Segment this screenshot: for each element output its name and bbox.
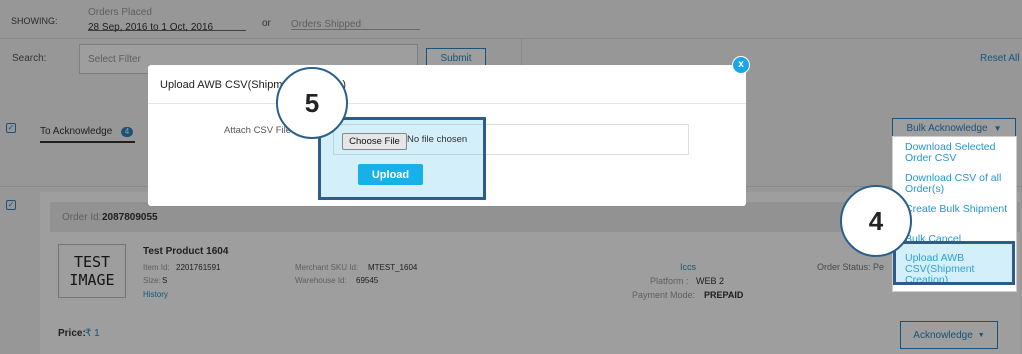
no-file-chosen-text: No file chosen xyxy=(407,134,468,145)
menu-item-download-all[interactable]: Download CSV of all Order(s) xyxy=(905,173,1010,195)
choose-file-label: Choose File xyxy=(349,136,400,147)
close-button[interactable]: x xyxy=(732,56,750,74)
close-icon: x xyxy=(738,59,744,70)
upload-highlight xyxy=(318,117,486,200)
upload-label: Upload xyxy=(371,168,410,181)
step-4-number: 4 xyxy=(868,205,884,236)
step-5-number: 5 xyxy=(304,87,320,118)
upload-button[interactable]: Upload xyxy=(358,164,423,185)
upload-awb-highlight xyxy=(893,241,1015,285)
menu-item-download-selected[interactable]: Download Selected Order CSV xyxy=(905,142,1010,164)
menu-item-create-bulk-shipment[interactable]: Create Bulk Shipment xyxy=(905,204,1010,215)
upload-awb-modal: Upload AWB CSV(Shipment Creation) Attach… xyxy=(148,65,746,206)
step-4-callout: 4 xyxy=(840,185,912,257)
modal-header: Upload AWB CSV(Shipment Creation) xyxy=(148,65,746,104)
step-5-callout: 5 xyxy=(276,67,348,139)
choose-file-button[interactable]: Choose File xyxy=(342,133,407,150)
